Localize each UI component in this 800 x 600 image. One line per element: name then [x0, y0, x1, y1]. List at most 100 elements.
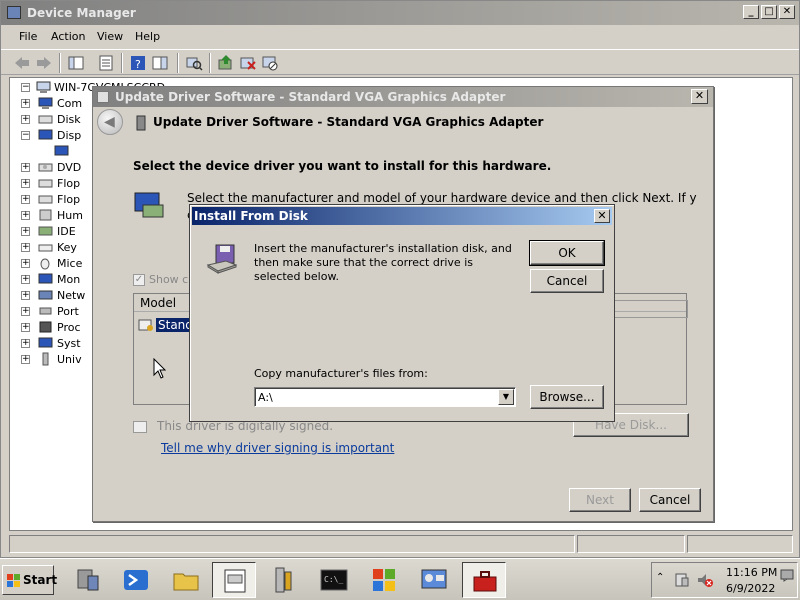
- menu-help[interactable]: Help: [135, 30, 160, 43]
- tree-item-label: Port: [57, 305, 79, 318]
- show-hidden-icons-icon[interactable]: ⌃: [656, 572, 664, 583]
- toolbar-separator: [121, 53, 123, 73]
- ok-button[interactable]: OK: [529, 240, 605, 266]
- expand-toggle[interactable]: +: [21, 243, 30, 252]
- select-description: Select the manufacturer and model of you…: [187, 191, 697, 205]
- disable-device-icon[interactable]: [261, 54, 279, 72]
- browse-button[interactable]: Browse...: [530, 385, 604, 409]
- maximize-button[interactable]: □: [761, 5, 777, 19]
- taskbar-app-ie[interactable]: [362, 562, 406, 598]
- expand-toggle[interactable]: +: [21, 291, 30, 300]
- notification-icon[interactable]: [780, 568, 794, 582]
- model-list-item[interactable]: Stand: [138, 316, 195, 334]
- show-compatible-checkbox[interactable]: ✓ Show c: [133, 273, 188, 286]
- next-button[interactable]: Next: [569, 488, 631, 512]
- expand-toggle[interactable]: +: [21, 163, 30, 172]
- expand-toggle[interactable]: +: [21, 195, 30, 204]
- update-driver-footer: Next Cancel: [93, 477, 713, 523]
- ie-icon: [373, 569, 395, 591]
- tree-item-label: Proc: [57, 321, 81, 334]
- tree-item-label: IDE: [57, 225, 76, 238]
- status-segment: [577, 535, 685, 553]
- toolbox-icon: [473, 571, 497, 592]
- computer-icon: [38, 97, 53, 109]
- taskbar-app-server-manager[interactable]: [66, 562, 110, 598]
- show-hide-tree-icon[interactable]: [67, 54, 85, 72]
- taskbar-app-cmd[interactable]: C:\_: [312, 562, 356, 598]
- back-arrow-icon[interactable]: [13, 54, 31, 72]
- tree-item-label: Disk: [57, 113, 81, 126]
- dropdown-arrow-icon[interactable]: ▼: [498, 389, 514, 405]
- back-button[interactable]: ◀: [97, 109, 123, 135]
- menu-view[interactable]: View: [97, 30, 123, 43]
- expand-toggle[interactable]: +: [21, 307, 30, 316]
- dvd-drive-icon: [38, 163, 53, 172]
- device-manager-icon: [224, 569, 246, 593]
- clock-time[interactable]: 11:16 PM: [726, 566, 777, 579]
- disk-drive-icon: [38, 115, 53, 124]
- start-button[interactable]: Start: [2, 565, 57, 595]
- taskbar-app-toolbox[interactable]: [462, 562, 506, 598]
- processor-icon: [39, 321, 52, 333]
- action-pane-icon[interactable]: [151, 54, 169, 72]
- install-from-disk-titlebar[interactable]: Install From Disk ✕: [192, 207, 612, 225]
- expand-toggle[interactable]: +: [21, 227, 30, 236]
- network-adapter-icon: [38, 290, 53, 300]
- forward-arrow-icon[interactable]: [35, 54, 53, 72]
- show-compatible-label: Show c: [149, 273, 189, 286]
- svg-text:?: ?: [135, 58, 141, 71]
- expand-toggle[interactable]: +: [21, 211, 30, 220]
- expand-toggle[interactable]: +: [21, 99, 30, 108]
- checkbox-checked-icon: ✓: [133, 274, 145, 286]
- device-icon: [136, 115, 146, 131]
- collapse-toggle[interactable]: −: [21, 83, 30, 92]
- action-center-icon[interactable]: [674, 572, 690, 588]
- expand-toggle[interactable]: +: [21, 339, 30, 348]
- update-driver-titlebar[interactable]: Update Driver Software - Standard VGA Gr…: [93, 87, 713, 107]
- device-manager-app-icon: [7, 6, 21, 19]
- volume-muted-icon[interactable]: [696, 572, 714, 588]
- tree-item-label: Mice: [57, 257, 83, 270]
- toolbar-separator: [177, 53, 179, 73]
- tree-item-label: Disp: [57, 129, 82, 142]
- device-manager-titlebar[interactable]: Device Manager _ □ ✕: [1, 1, 799, 25]
- cmd-icon: C:\_: [320, 569, 348, 591]
- update-driver-header: Update Driver Software - Standard VGA Gr…: [153, 115, 544, 129]
- taskbar: Start C:\_ ⌃ 11:16 PM 6/9/2022: [0, 558, 800, 600]
- cancel-button[interactable]: Cancel: [530, 269, 604, 293]
- close-button[interactable]: ✕: [779, 5, 795, 19]
- taskbar-app-explorer[interactable]: [164, 562, 208, 598]
- scan-hardware-icon[interactable]: [185, 54, 203, 72]
- uninstall-icon[interactable]: [239, 54, 257, 72]
- tree-item-label: Flop: [57, 193, 81, 206]
- menu-file[interactable]: File: [19, 30, 37, 43]
- expand-toggle[interactable]: +: [21, 259, 30, 268]
- expand-toggle[interactable]: +: [21, 323, 30, 332]
- expand-toggle[interactable]: +: [21, 115, 30, 124]
- minimize-button[interactable]: _: [743, 5, 759, 19]
- taskbar-app-tools[interactable]: [262, 562, 306, 598]
- update-driver-icon[interactable]: [217, 54, 235, 72]
- computer-icon: [36, 81, 51, 93]
- taskbar-app-device-manager[interactable]: [212, 562, 256, 598]
- tree-item-label: Mon: [57, 273, 81, 286]
- taskbar-app-control-panel[interactable]: [412, 562, 456, 598]
- expand-toggle[interactable]: +: [21, 179, 30, 188]
- cancel-button[interactable]: Cancel: [639, 488, 701, 512]
- expand-toggle[interactable]: +: [21, 355, 30, 364]
- help-icon[interactable]: ?: [129, 54, 147, 72]
- install-from-disk-close-button[interactable]: ✕: [594, 209, 610, 223]
- driver-signing-link[interactable]: Tell me why driver signing is important: [161, 441, 394, 455]
- clock-date[interactable]: 6/9/2022: [726, 582, 775, 595]
- port-icon: [39, 307, 52, 315]
- hardware-icon: [134, 192, 164, 218]
- collapse-toggle[interactable]: −: [21, 131, 30, 140]
- properties-icon[interactable]: [97, 54, 115, 72]
- update-driver-close-button[interactable]: ✕: [691, 89, 708, 104]
- hid-icon: [39, 209, 52, 221]
- svg-text:C:\_: C:\_: [324, 575, 343, 584]
- copy-files-combobox[interactable]: A:\ ▼: [254, 387, 516, 407]
- taskbar-app-powershell[interactable]: [114, 562, 158, 598]
- expand-toggle[interactable]: +: [21, 275, 30, 284]
- menu-action[interactable]: Action: [51, 30, 85, 43]
